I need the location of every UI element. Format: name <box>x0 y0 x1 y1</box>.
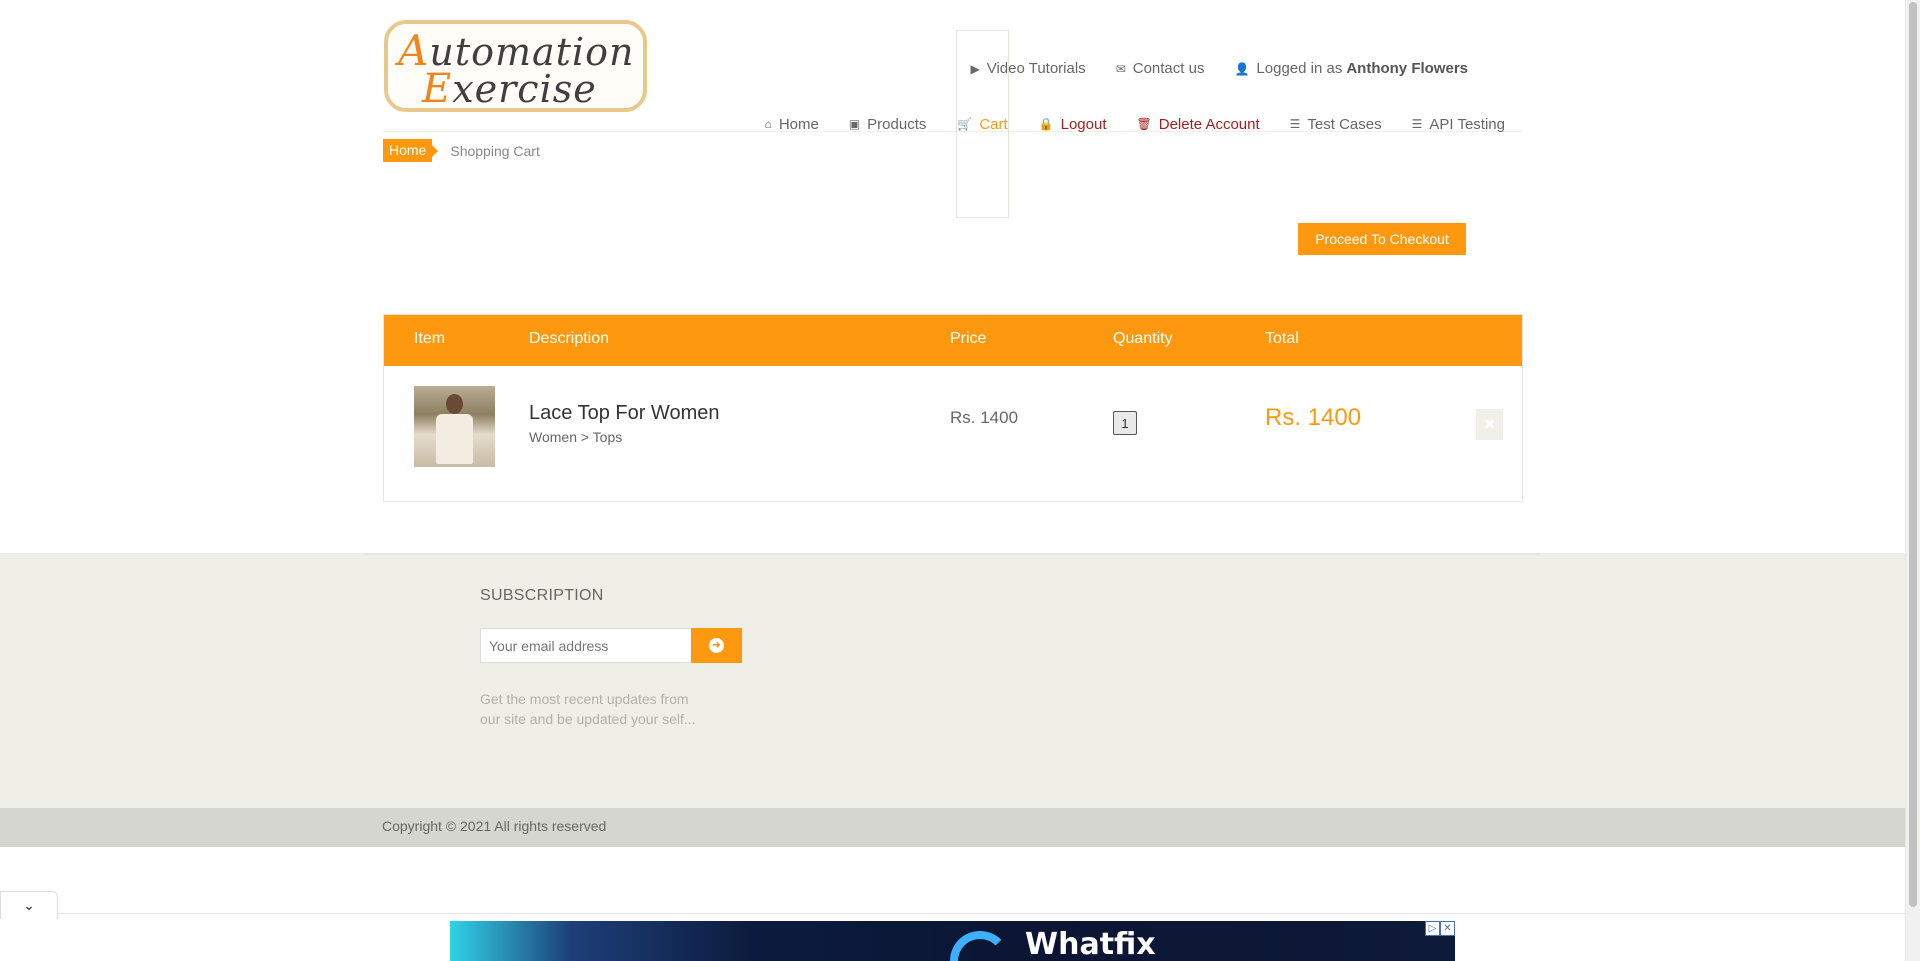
ad-collapse-button[interactable]: ⌄ <box>0 891 58 919</box>
delete-item-button[interactable]: ✖ <box>1476 409 1503 440</box>
ad-divider <box>0 913 1905 914</box>
product-name-link[interactable]: Lace Top For Women <box>529 402 719 425</box>
footer-widget-area <box>0 553 1905 808</box>
ad-close-icon[interactable]: ✕ <box>1440 921 1455 936</box>
nav-delete-account[interactable]: 🗑 Delete Account <box>1137 116 1260 133</box>
nav-logout-label: Logout <box>1060 115 1107 133</box>
cart-table: Item Description Price Quantity Total La… <box>383 314 1523 502</box>
nav-video-tutorials-label: Video Tutorials <box>986 60 1086 77</box>
close-icon: ✖ <box>1483 416 1496 432</box>
nav-home-label: Home <box>778 115 819 133</box>
subscription-title: SUBSCRIPTION <box>480 587 604 604</box>
ad-controls: ▷ ✕ <box>1425 921 1455 936</box>
breadcrumb-home[interactable]: Home <box>383 139 439 162</box>
logo-initial-e: E <box>422 66 453 112</box>
nav-logged-in-as[interactable]: 👤 Logged in as Anthony Flowers <box>1234 60 1468 77</box>
nav-products[interactable]: ▣ Products <box>849 116 927 133</box>
product-price: Rs. 1400 <box>950 408 1019 427</box>
ad-brand-text: Whatfix <box>1025 927 1156 961</box>
cart-table-header: Item Description Price Quantity Total <box>384 315 1522 366</box>
nav-home[interactable]: ⌂ Home <box>765 116 819 133</box>
secondary-nav: ▶ Video Tutorials ✉ Contact us 👤 Logged in … <box>941 60 1469 77</box>
nav-products-label: Products <box>867 115 927 133</box>
column-header-description: Description <box>529 330 610 347</box>
column-header-price: Price <box>950 330 987 347</box>
nav-cart-label: Cart <box>979 115 1008 133</box>
column-header-item: Item <box>414 330 446 347</box>
nav-delete-account-label: Delete Account <box>1158 115 1260 133</box>
main-nav: ⌂ Home ▣ Products 🛒 Cart 🔒 Logout 🗑 Delete Ac… <box>735 30 1505 218</box>
nav-test-cases[interactable]: ☰ Test Cases <box>1290 116 1382 133</box>
logged-in-username: Anthony Flowers <box>1346 60 1468 77</box>
youtube-play-icon: ▶ <box>970 61 980 76</box>
subscription-email-input[interactable] <box>480 628 692 663</box>
list-icon: ☰ <box>1411 117 1423 131</box>
site-logo[interactable]: Automation Exercise <box>384 20 647 112</box>
scrollbar-thumb[interactable] <box>1909 2 1917 907</box>
site-header: Automation Exercise ⌂ Home ▣ Products 🛒 Car… <box>383 0 1523 218</box>
chevron-down-icon: ⌄ <box>23 897 35 913</box>
product-image[interactable] <box>414 386 495 467</box>
breadcrumb-current: Shopping Cart <box>450 142 540 159</box>
arrow-circle-right-icon: ➜ <box>709 638 724 653</box>
quantity-button[interactable]: 1 <box>1113 411 1137 435</box>
footer-bottom <box>0 808 1905 847</box>
page-scrollbar[interactable] <box>1905 0 1920 961</box>
ad-logo-icon <box>950 931 1010 961</box>
nav-contact-us-label: Contact us <box>1132 60 1205 77</box>
subscription-description: Get the most recent updates from our sit… <box>480 691 696 727</box>
proceed-to-checkout-button[interactable]: Proceed To Checkout <box>1298 223 1466 255</box>
breadcrumb: Home Shopping Cart <box>383 139 1523 162</box>
user-icon: 👤 <box>1234 61 1250 76</box>
lock-icon: 🔒 <box>1038 117 1054 131</box>
product-total: Rs. 1400 <box>1265 404 1362 431</box>
logo-text-line2: xercise <box>452 67 597 111</box>
advertisement-banner[interactable]: Whatfix ▷ ✕ <box>450 921 1455 961</box>
nav-api-testing[interactable]: ☰ API Testing <box>1412 116 1505 133</box>
nav-test-cases-label: Test Cases <box>1307 115 1382 133</box>
nav-api-testing-label: API Testing <box>1429 115 1505 133</box>
list-icon: ☰ <box>1289 117 1301 131</box>
adchoices-icon[interactable]: ▷ <box>1425 921 1440 936</box>
subscribe-button[interactable]: ➜ <box>691 628 742 663</box>
nav-contact-us[interactable]: ✉ Contact us <box>1116 60 1205 77</box>
cart-icon: 🛒 <box>957 117 973 131</box>
nav-cart[interactable]: 🛒 Cart <box>956 30 1009 218</box>
logged-in-label: Logged in as <box>1256 60 1343 77</box>
nav-video-tutorials[interactable]: ▶ Video Tutorials <box>971 60 1086 77</box>
nav-logout[interactable]: 🔒 Logout <box>1039 116 1107 133</box>
trash-icon: 🗑 <box>1136 117 1152 131</box>
home-icon: ⌂ <box>764 117 772 131</box>
envelope-icon: ✉ <box>1115 61 1126 76</box>
column-header-quantity: Quantity <box>1113 330 1173 347</box>
table-row: Lace Top For Women Women > Tops Rs. 1400… <box>384 366 1522 501</box>
column-header-total: Total <box>1265 330 1299 347</box>
copyright-text: Copyright © 2021 All rights reserved <box>382 818 607 834</box>
briefcase-icon: ▣ <box>848 117 861 131</box>
product-category: Women > Tops <box>529 429 623 445</box>
